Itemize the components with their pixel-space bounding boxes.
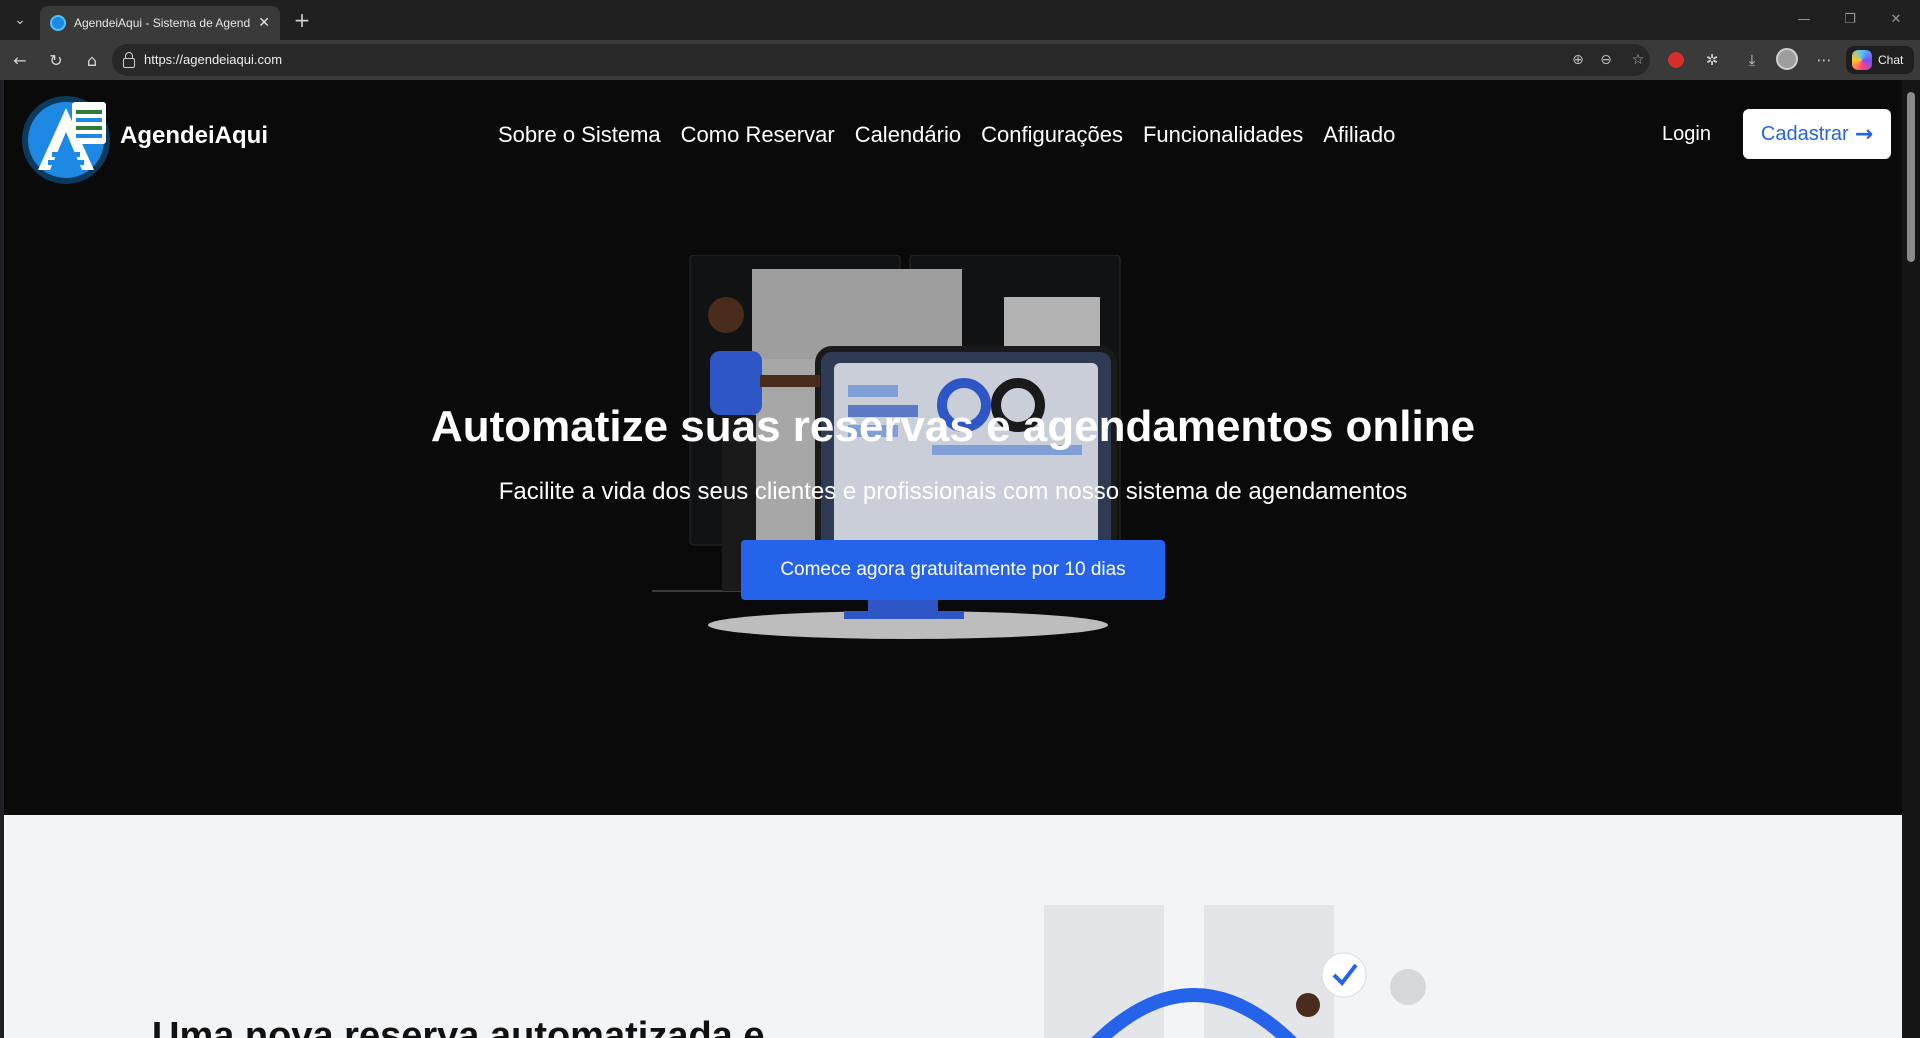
signup-button[interactable]: Cadastrar → — [1743, 109, 1891, 159]
tab-bar: ⌄ AgendeiAqui - Sistema de Agendamento ✕… — [0, 0, 1920, 40]
close-window-icon[interactable]: ✕ — [1876, 6, 1916, 32]
site-logo[interactable] — [18, 88, 114, 184]
login-link[interactable]: Login — [1662, 123, 1711, 146]
features-section: Uma nova reserva automatizada e — [4, 815, 1902, 1038]
tab-title: AgendeiAqui - Sistema de Agendamento — [74, 16, 251, 30]
reload-icon[interactable]: ↻ — [44, 48, 68, 72]
restore-icon[interactable]: ❐ — [1830, 6, 1870, 32]
reader-icon[interactable]: ⊖ — [1596, 50, 1616, 70]
back-icon[interactable]: ← — [8, 48, 32, 72]
favorite-star-icon[interactable]: ☆ — [1628, 50, 1648, 70]
nav-calendario[interactable]: Calendário — [855, 122, 961, 148]
home-icon[interactable]: ⌂ — [80, 48, 104, 72]
extension-icon[interactable] — [1664, 48, 1688, 72]
new-tab-icon[interactable]: + — [290, 8, 314, 32]
zoom-icon[interactable]: ⊕ — [1568, 50, 1588, 70]
nav-sobre-o-sistema[interactable]: Sobre o Sistema — [498, 122, 661, 148]
site-favicon — [50, 15, 66, 31]
copilot-chat-button[interactable]: Chat — [1846, 46, 1914, 74]
puzzle-icon[interactable]: ✲ — [1700, 48, 1724, 72]
more-icon[interactable]: ⋯ — [1812, 48, 1836, 72]
download-icon[interactable]: ⤓ — [1740, 48, 1764, 72]
url-text[interactable]: https://agendeiaqui.com — [144, 52, 282, 67]
nav-afiliado[interactable]: Afiliado — [1323, 122, 1395, 148]
arrow-right-icon: → — [1854, 121, 1874, 147]
nav-como-reservar[interactable]: Como Reservar — [681, 122, 835, 148]
profile-avatar[interactable] — [1776, 48, 1798, 70]
hero-subtitle: Facilite a vida dos seus clientes e prof… — [498, 478, 1408, 505]
chat-label: Chat — [1878, 53, 1904, 67]
lock-icon[interactable] — [122, 52, 136, 68]
main-nav: Sobre o Sistema Como Reservar Calendário… — [498, 122, 1395, 148]
tab-list-icon[interactable]: ⌄ — [8, 8, 32, 32]
copilot-icon — [1852, 50, 1872, 70]
browser-toolbar: ← ↻ ⌂ https://agendeiaqui.com ⊕ ⊖ ☆ ✲ ⤓ … — [0, 40, 1920, 80]
brand-name[interactable]: AgendeiAqui — [120, 122, 268, 150]
section-title: Uma nova reserva automatizada e — [152, 1015, 765, 1038]
minimize-icon[interactable]: — — [1784, 6, 1824, 32]
hero-illustration — [652, 255, 1162, 639]
address-bar[interactable]: https://agendeiaqui.com ⊕ ⊖ ☆ — [112, 44, 1650, 76]
nav-funcionalidades[interactable]: Funcionalidades — [1143, 122, 1303, 148]
nav-configuracoes[interactable]: Configurações — [981, 122, 1123, 148]
page-viewport: AgendeiAqui Sobre o Sistema Como Reserva… — [4, 80, 1902, 1038]
signup-label: Cadastrar — [1760, 122, 1849, 145]
start-free-trial-button[interactable]: Comece agora gratuitamente por 10 dias — [741, 540, 1165, 600]
browser-tab[interactable]: AgendeiAqui - Sistema de Agendamento ✕ — [40, 6, 280, 40]
scrollbar-thumb[interactable] — [1907, 92, 1915, 262]
hero-title: Automatize suas reservas e agendamentos … — [430, 402, 1476, 451]
section-illustration — [1044, 905, 1426, 1038]
close-tab-icon[interactable]: ✕ — [258, 15, 270, 31]
